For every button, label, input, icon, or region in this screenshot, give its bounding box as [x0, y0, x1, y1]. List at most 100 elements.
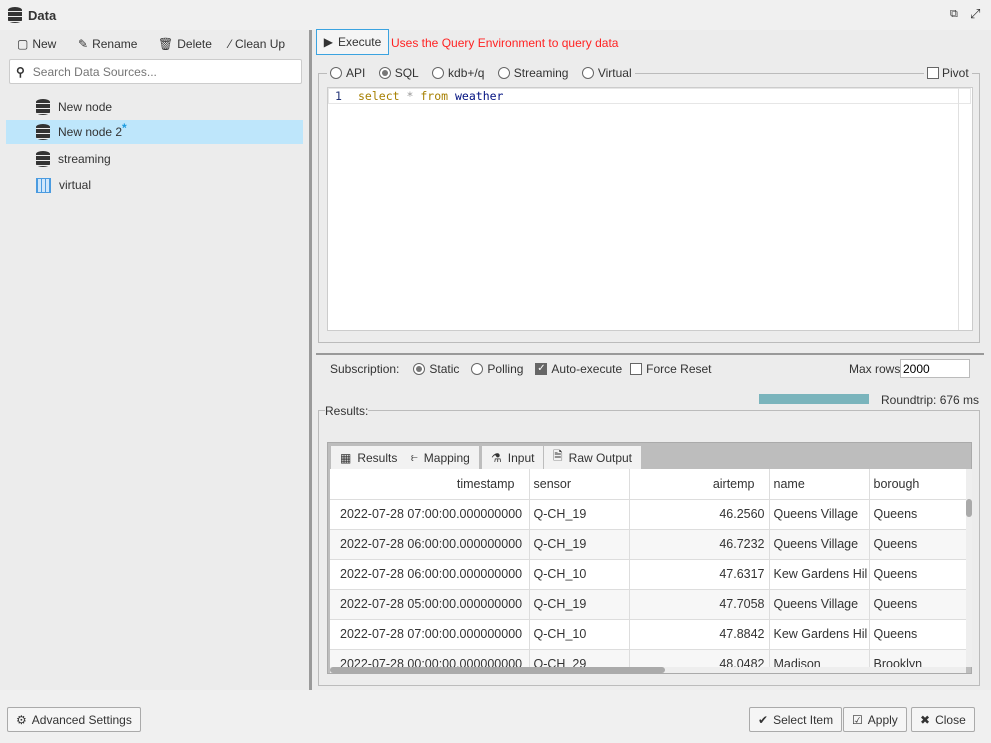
cell-borough: Queens — [869, 499, 967, 529]
polling-label: Polling — [487, 362, 523, 376]
execute-button[interactable]: ▶Execute — [316, 29, 389, 55]
subscription-row: Subscription: Static Polling ✓Auto-execu… — [330, 362, 722, 376]
table-icon: ▦ — [340, 451, 351, 465]
cell-airtemp: 46.2560 — [629, 499, 769, 529]
horizontal-splitter[interactable] — [316, 353, 984, 355]
vertical-scrollbar[interactable] — [966, 469, 972, 667]
table-row[interactable]: 2022-07-28 00:00:00.000000000Q-CH_2948.0… — [330, 649, 967, 667]
trash-icon: 🗑 — [158, 37, 173, 51]
roundtrip-label: Roundtrip: 676 ms — [881, 393, 979, 407]
column-header-timestamp[interactable]: timestamp — [330, 469, 529, 499]
rename-button[interactable]: ✎Rename — [78, 37, 137, 51]
column-header-name[interactable]: name — [769, 469, 869, 499]
cell-sensor: Q-CH_19 — [529, 529, 629, 559]
cell-airtemp: 46.7232 — [629, 529, 769, 559]
database-icon — [36, 151, 50, 167]
execute-label: Execute — [338, 35, 381, 49]
results-table: timestampsensorairtempnameborough2022-07… — [330, 469, 967, 667]
select-label: Select Item — [773, 713, 833, 727]
cell-name: Kew Gardens Hil — [769, 619, 869, 649]
tree-item-new-node-2[interactable]: New node 2* — [6, 120, 303, 144]
tab-label: Raw Output — [569, 451, 632, 465]
scroll-thumb[interactable] — [330, 667, 665, 673]
cell-name: Queens Village — [769, 499, 869, 529]
scroll-thumb[interactable] — [966, 499, 972, 517]
mode-label: Virtual — [598, 66, 632, 80]
cell-timestamp: 2022-07-28 06:00:00.000000000 — [330, 529, 529, 559]
horizontal-scrollbar[interactable] — [330, 667, 966, 673]
max-rows-input[interactable] — [900, 359, 970, 378]
table-row[interactable]: 2022-07-28 07:00:00.000000000Q-CH_1047.8… — [330, 619, 967, 649]
tab-label: Results — [357, 451, 397, 465]
tab-label: Mapping — [424, 451, 470, 465]
cell-name: Madison — [769, 649, 869, 667]
static-radio[interactable]: Static — [413, 362, 459, 376]
mode-label: Streaming — [514, 66, 569, 80]
close-icon: ✖ — [920, 713, 930, 727]
cell-name: Queens Village — [769, 529, 869, 559]
table-row[interactable]: 2022-07-28 06:00:00.000000000Q-CH_1047.6… — [330, 559, 967, 589]
column-header-borough[interactable]: borough — [869, 469, 967, 499]
tree-item-label: streaming — [58, 152, 111, 166]
cell-sensor: Q-CH_29 — [529, 649, 629, 667]
tree-item-streaming[interactable]: streaming — [6, 147, 303, 171]
mode-label: API — [346, 66, 365, 80]
advanced-settings-button[interactable]: ⚙Advanced Settings — [7, 707, 141, 732]
check-square-icon: ☑ — [852, 713, 863, 727]
table-row[interactable]: 2022-07-28 06:00:00.000000000Q-CH_1946.7… — [330, 529, 967, 559]
tab-raw-output[interactable]: 🗎Raw Output — [544, 446, 641, 469]
mode-api-radio[interactable]: API — [330, 66, 365, 80]
sql-editor[interactable]: 1 select * from weather — [327, 87, 973, 331]
check-icon: ✔ — [758, 713, 768, 727]
progress-bar — [759, 394, 869, 404]
apply-button[interactable]: ☑ Apply — [843, 707, 907, 732]
tree-item-new-node[interactable]: New node — [6, 95, 303, 119]
database-icon — [36, 99, 50, 115]
table-row[interactable]: 2022-07-28 07:00:00.000000000Q-CH_1946.2… — [330, 499, 967, 529]
cell-borough: Queens — [869, 529, 967, 559]
new-button[interactable]: ▢New — [17, 37, 56, 51]
cell-sensor: Q-CH_10 — [529, 559, 629, 589]
mode-streaming-radio[interactable]: Streaming — [498, 66, 569, 80]
code-line: select * from weather — [358, 89, 503, 103]
delete-button[interactable]: 🗑Delete — [158, 37, 212, 51]
search-icon: ⚲ — [16, 65, 25, 79]
query-mode-group: API SQL kdb+/q Streaming Virtual — [327, 66, 635, 82]
tree-item-virtual[interactable]: virtual — [6, 173, 303, 197]
mode-virtual-radio[interactable]: Virtual — [582, 66, 632, 80]
tab-results[interactable]: ▦ Results — [331, 446, 406, 469]
search-box[interactable]: ⚲ — [9, 59, 302, 84]
tab-input[interactable]: ⚗Input — [482, 446, 543, 469]
cell-timestamp: 2022-07-28 00:00:00.000000000 — [330, 649, 529, 667]
mode-sql-radio[interactable]: SQL — [379, 66, 419, 80]
polling-radio[interactable]: Polling — [471, 362, 523, 376]
search-input[interactable] — [33, 65, 283, 79]
cell-sensor: Q-CH_19 — [529, 499, 629, 529]
mode-label: SQL — [395, 66, 419, 80]
flask-icon: ⚗ — [491, 451, 502, 465]
tab-mapping[interactable]: ⥼Mapping — [402, 446, 479, 469]
radio-circle — [432, 67, 444, 79]
new-label: New — [32, 37, 56, 51]
column-header-airtemp[interactable]: airtemp — [629, 469, 769, 499]
cell-borough: Queens — [869, 589, 967, 619]
apply-label: Apply — [868, 713, 898, 727]
radio-circle — [379, 67, 391, 79]
force-reset-checkbox[interactable]: Force Reset — [630, 362, 711, 376]
pivot-checkbox[interactable]: Pivot — [924, 66, 972, 80]
column-header-sensor[interactable]: sensor — [529, 469, 629, 499]
radio-circle — [413, 363, 425, 375]
cell-name: Queens Village — [769, 589, 869, 619]
cleanup-button[interactable]: ⁄Clean Up — [229, 37, 285, 51]
auto-execute-checkbox[interactable]: ✓Auto-execute — [535, 362, 622, 376]
gear-icon: ⚙ — [16, 713, 27, 727]
close-button[interactable]: ✖Close — [911, 707, 975, 732]
editor-scrollbar[interactable] — [958, 88, 972, 330]
cell-borough: Brooklyn — [869, 649, 967, 667]
cell-timestamp: 2022-07-28 05:00:00.000000000 — [330, 589, 529, 619]
mode-kdb-radio[interactable]: kdb+/q — [432, 66, 484, 80]
popout-icon[interactable]: ⧉ — [950, 8, 958, 21]
maximize-icon[interactable]: ⤢ — [970, 6, 980, 22]
select-item-button[interactable]: ✔ Select Item — [749, 707, 842, 732]
table-row[interactable]: 2022-07-28 05:00:00.000000000Q-CH_1947.7… — [330, 589, 967, 619]
